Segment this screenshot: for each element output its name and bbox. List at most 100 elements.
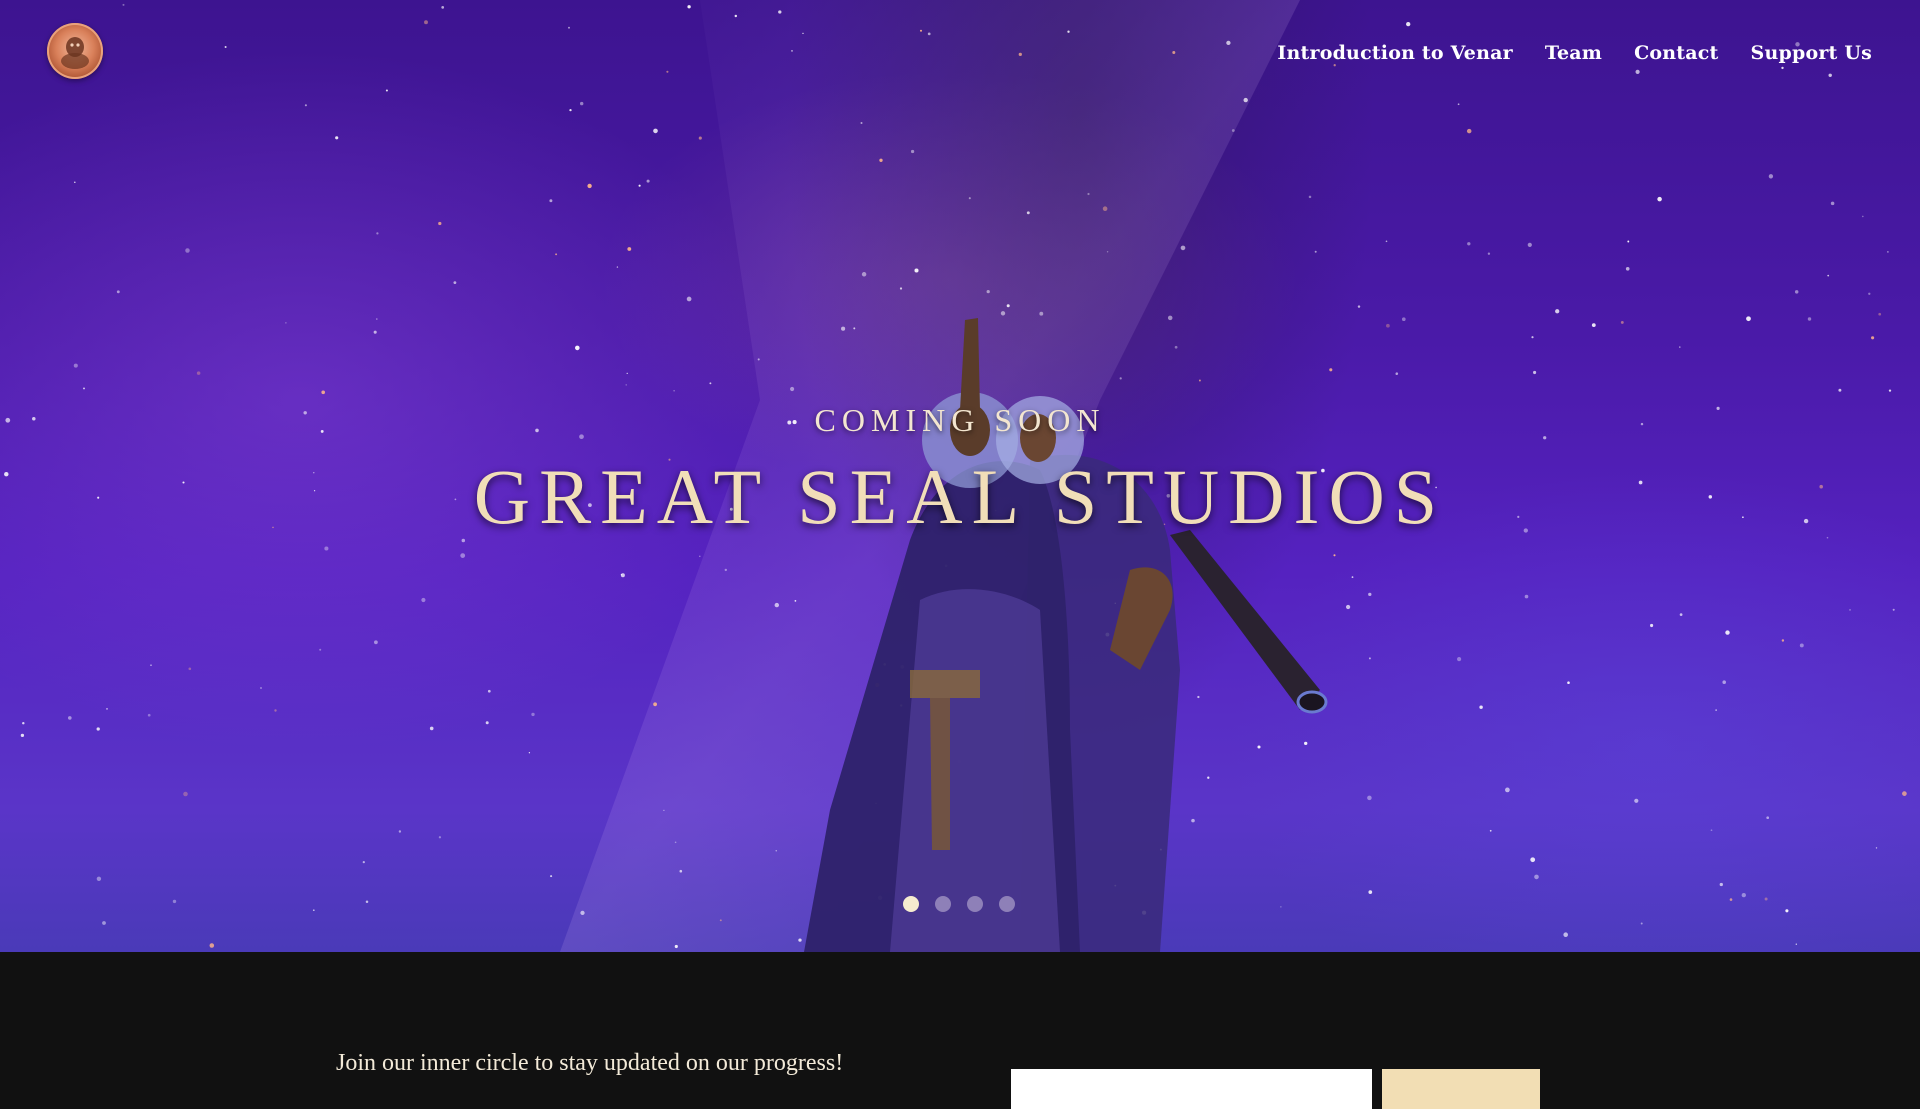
star <box>968 197 971 200</box>
star <box>626 372 628 375</box>
star <box>1351 576 1354 578</box>
star <box>1368 592 1372 597</box>
star <box>861 272 867 277</box>
star <box>375 318 378 320</box>
star <box>528 752 531 754</box>
star <box>1534 874 1539 880</box>
star <box>1106 251 1109 253</box>
star <box>485 721 489 725</box>
star <box>1563 932 1568 937</box>
star <box>1226 40 1231 46</box>
star <box>335 136 339 140</box>
star <box>927 32 931 36</box>
star <box>1555 309 1560 314</box>
star <box>319 648 322 651</box>
star <box>424 20 428 25</box>
star <box>172 899 177 904</box>
star <box>1457 103 1460 106</box>
star <box>1719 882 1723 887</box>
star <box>1457 657 1462 662</box>
star <box>1172 51 1176 54</box>
newsletter-prompt: Join our inner circle to stay updated on… <box>336 1050 844 1076</box>
star <box>1679 613 1683 616</box>
star <box>774 602 779 608</box>
star <box>1794 290 1799 294</box>
star <box>1768 174 1774 179</box>
star <box>580 101 584 106</box>
star <box>438 221 442 226</box>
star <box>734 14 738 18</box>
star <box>1892 608 1895 611</box>
star <box>580 910 585 916</box>
star <box>1766 816 1770 820</box>
nav-link-team[interactable]: Team <box>1545 42 1602 64</box>
star <box>196 371 201 375</box>
star <box>1527 242 1532 247</box>
star <box>122 3 125 6</box>
star <box>1487 252 1491 255</box>
star <box>1634 798 1639 803</box>
star <box>376 232 379 235</box>
star <box>1679 346 1681 348</box>
star <box>1180 245 1186 251</box>
star <box>1367 795 1372 801</box>
star <box>1849 609 1851 611</box>
star <box>587 183 592 189</box>
star <box>646 179 650 183</box>
nav-link-contact[interactable]: Contact <box>1634 42 1718 64</box>
hero-subtitle: COMING SOON <box>814 402 1106 438</box>
star <box>1875 847 1878 849</box>
star <box>1333 64 1336 67</box>
star <box>1625 266 1630 271</box>
star <box>724 568 727 572</box>
star <box>1489 829 1492 832</box>
star <box>653 128 658 134</box>
star <box>910 149 915 154</box>
star <box>1710 829 1713 832</box>
star <box>914 268 919 273</box>
star <box>531 712 535 717</box>
star <box>802 32 804 35</box>
logo-button[interactable] <box>47 23 103 79</box>
star <box>1345 604 1351 610</box>
star <box>385 89 388 92</box>
star <box>575 345 580 351</box>
star <box>1741 892 1746 898</box>
star <box>1530 857 1536 863</box>
star <box>794 600 797 602</box>
newsletter-section <box>0 952 1920 1080</box>
slider-dot-4[interactable] <box>999 896 1015 912</box>
slider-dot-1[interactable] <box>903 896 919 912</box>
star <box>686 296 692 302</box>
star <box>1781 639 1785 642</box>
hero-title: GREAT SEAL STUDIOS <box>473 453 1447 540</box>
star <box>22 721 25 725</box>
star <box>569 108 572 112</box>
star <box>1888 389 1892 392</box>
star <box>1466 128 1472 134</box>
star <box>1871 336 1875 340</box>
star <box>775 850 777 852</box>
star <box>1795 943 1797 945</box>
hero-banner: Introduction to Venar Team Contact Suppo… <box>0 0 1920 952</box>
star <box>398 830 402 833</box>
star <box>568 26 570 29</box>
star <box>666 70 669 73</box>
star <box>365 900 369 903</box>
star <box>1567 681 1570 684</box>
star <box>1231 129 1235 132</box>
newsletter-email-input[interactable] <box>1011 1069 1372 1109</box>
star <box>1505 787 1510 793</box>
star <box>986 289 990 294</box>
star <box>1386 323 1390 328</box>
seal-icon <box>61 37 89 69</box>
star <box>638 184 641 187</box>
star <box>1006 304 1010 308</box>
nav-link-introduction-to-venar[interactable]: Introduction to Venar <box>1277 42 1512 64</box>
star <box>1591 323 1596 327</box>
slider-dot-2[interactable] <box>935 896 951 912</box>
newsletter-subscribe-button[interactable] <box>1382 1069 1540 1109</box>
star <box>663 809 665 812</box>
nav-link-support-us[interactable]: Support Us <box>1751 42 1872 64</box>
slider-dot-3[interactable] <box>967 896 983 912</box>
